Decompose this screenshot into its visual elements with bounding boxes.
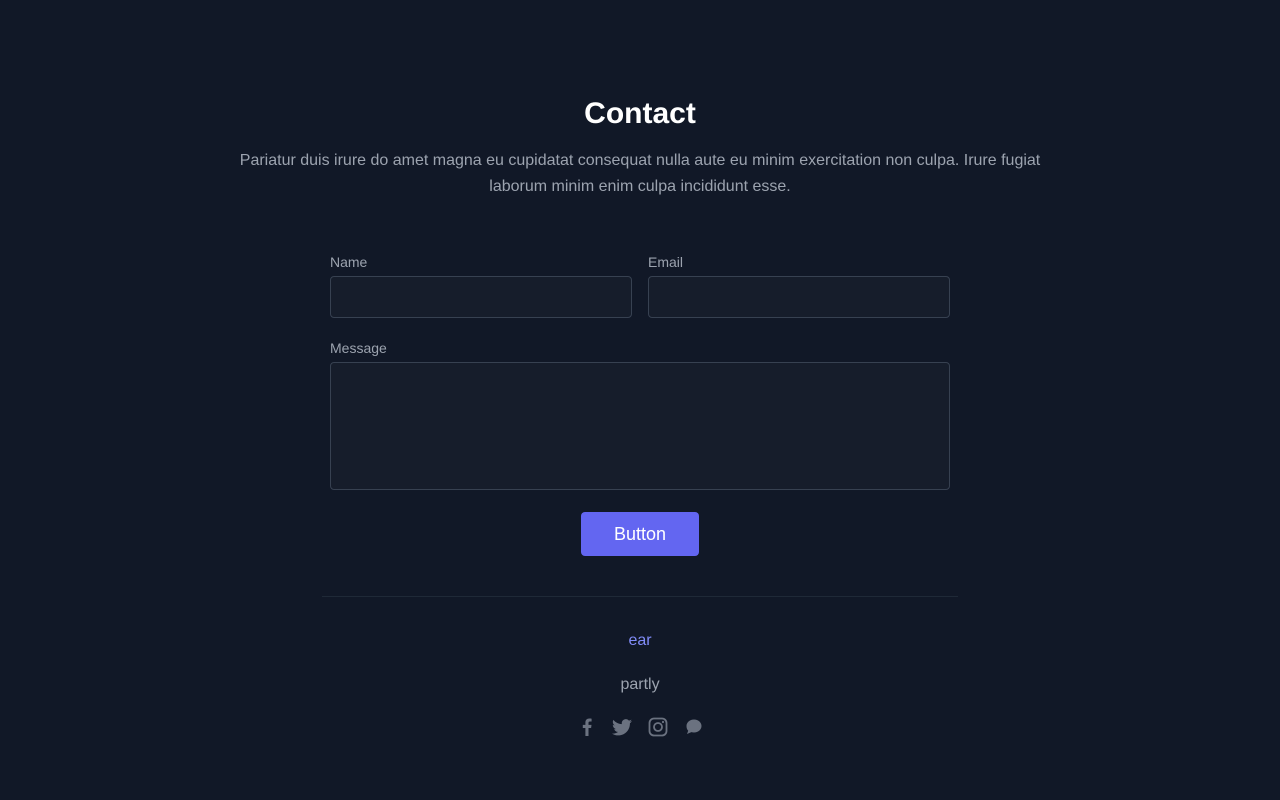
page-description: Pariatur duis irure do amet magna eu cup…	[239, 152, 1041, 195]
footer-link-container: ear	[0, 630, 1280, 652]
message-label: Message	[330, 340, 387, 356]
footer-link[interactable]: ear	[628, 632, 651, 649]
contact-page: Contact Pariatur duis irure do amet magn…	[0, 0, 1280, 800]
name-label: Name	[330, 254, 368, 270]
page-title: Contact	[584, 97, 696, 130]
twitter-icon[interactable]	[611, 716, 633, 738]
chat-icon[interactable]	[683, 716, 705, 738]
email-input[interactable]	[648, 276, 950, 318]
footer-text: partly	[620, 676, 660, 693]
name-input[interactable]	[330, 276, 632, 318]
social-links	[576, 716, 704, 738]
email-label: Email	[648, 254, 684, 270]
footer-divider	[322, 596, 958, 597]
instagram-icon[interactable]	[647, 716, 669, 738]
message-textarea[interactable]	[330, 362, 950, 490]
facebook-icon[interactable]	[576, 716, 598, 738]
submit-button[interactable]: Button	[581, 512, 699, 556]
